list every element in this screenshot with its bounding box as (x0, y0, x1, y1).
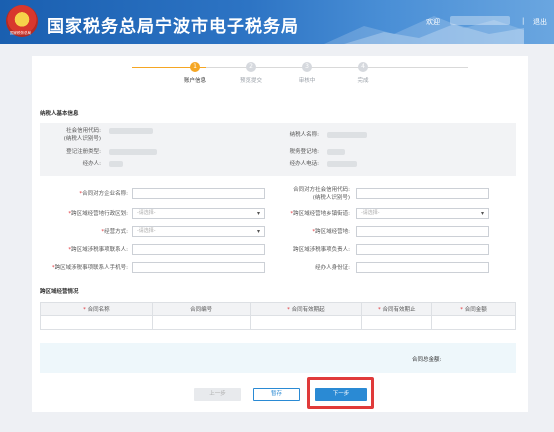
cell-start-date[interactable] (249, 315, 363, 330)
contact-phone-label: *跨区域涉税事项联系人手机号: (51, 265, 128, 271)
step-1: 1 账户信息 (183, 62, 206, 84)
operator-id-label: 经办人身份证: (315, 265, 350, 271)
counterparty-code-input[interactable] (356, 188, 489, 199)
operator-value (109, 161, 123, 167)
table-header-row: * 合同名称 合同编号 * 合同有效期起 * 合同有效期止 * 合同金额 (40, 302, 516, 316)
credit-code-value (109, 128, 153, 134)
col-start-date: * 合同有效期起 (249, 302, 363, 316)
business-mode-select[interactable]: -请选择- (132, 226, 265, 237)
reg-type-value (109, 149, 157, 155)
tax-authority-label: 税务登记地: (289, 149, 319, 155)
contract-table: * 合同名称 合同编号 * 合同有效期起 * 合同有效期止 * 合同金额 (40, 302, 516, 330)
business-addr-input[interactable] (356, 226, 489, 237)
logout-link[interactable]: 退出 (533, 17, 547, 27)
taxpayer-name-label: 纳税人名称: (289, 132, 319, 138)
manager-label: 跨区域涉税事项负责人: (293, 247, 350, 253)
counterparty-code-label: 合同对方社会信用代码: (293, 187, 350, 193)
cell-contract-no[interactable] (151, 315, 251, 330)
logo-text: 国家税务总局 (10, 31, 31, 35)
total-amount-box (40, 343, 516, 373)
cross-street-select[interactable]: -请选择- (356, 208, 489, 219)
taxpayer-name-value (327, 132, 367, 138)
site-header: 国家税务总局 国家税务总局宁波市电子税务局 欢迎 | 退出 (0, 0, 554, 44)
next-button[interactable]: 下一步 (315, 388, 367, 401)
cell-end-date[interactable] (361, 315, 433, 330)
cell-contract-name[interactable] (40, 315, 153, 330)
manager-input[interactable] (356, 244, 489, 255)
col-contract-name: * 合同名称 (40, 302, 153, 316)
welcome-text: 欢迎 (426, 18, 440, 26)
credit-code-label-2: (纳税人识别号) (63, 136, 101, 142)
business-mode-label: *经营方式: (101, 229, 128, 235)
contact-input[interactable] (132, 244, 265, 255)
basic-info-title: 纳税人基本信息 (40, 111, 79, 117)
cell-amount[interactable] (431, 315, 516, 330)
operator-id-input[interactable] (356, 262, 489, 273)
contract-section-title: 跨区域经营情况 (40, 289, 79, 295)
total-amount-label: 合同总金额: (412, 357, 442, 363)
table-row (40, 315, 516, 330)
counterparty-code-label-2: (纳税人识别号) (312, 195, 350, 201)
header-scenery (324, 16, 524, 44)
counterparty-name-input[interactable] (132, 188, 265, 199)
prev-button[interactable]: 上一步 (194, 388, 241, 401)
tax-authority-value (327, 149, 345, 155)
step-2: 2 预览提交 (239, 62, 262, 84)
col-amount: * 合同金额 (431, 302, 516, 316)
business-addr-label: *跨区域经营地: (312, 229, 350, 235)
step-4: 4 完成 (357, 62, 369, 84)
header-separator: | (522, 17, 525, 25)
operator-phone-value (327, 161, 357, 167)
user-name-redacted (450, 16, 510, 25)
col-end-date: * 合同有效期止 (361, 302, 433, 316)
contact-label: *跨区域涉税事项联系人: (68, 247, 128, 253)
site-title: 国家税务总局宁波市电子税务局 (47, 17, 299, 37)
cross-street-label: *跨区域经营地乡镇街道: (290, 211, 350, 217)
progress-steps: 1 账户信息 2 预览提交 3 审核中 4 完成 (32, 58, 528, 88)
operator-phone-label: 经办人电话: (289, 161, 319, 167)
col-contract-no: 合同编号 (151, 302, 251, 316)
counterparty-name-label: *合同对方企业名称: (79, 191, 128, 197)
reg-type-label: 登记注册类型: (66, 149, 101, 155)
credit-code-label: 社会信用代码: (66, 128, 101, 134)
step-3: 3 审核中 (298, 62, 316, 84)
cross-district-select[interactable]: -请选择- (132, 208, 265, 219)
cross-district-label: *跨区域经营地行政区划: (68, 211, 128, 217)
operator-label: 经办人: (82, 161, 101, 167)
save-draft-button[interactable]: 暂存 (253, 388, 300, 401)
contact-phone-input[interactable] (132, 262, 265, 273)
